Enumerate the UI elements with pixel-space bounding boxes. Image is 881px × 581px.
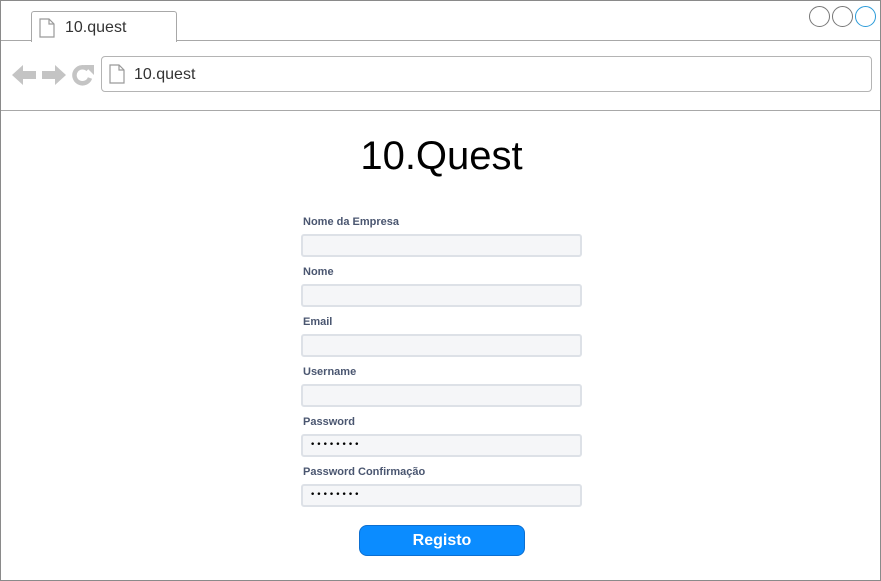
browser-window: 10.quest 10.quest 10.Quest Nome da Empre… [0, 0, 881, 581]
username-label: Username [303, 366, 357, 378]
maximize-button[interactable] [832, 6, 853, 27]
tab-bar: 10.quest [1, 1, 880, 42]
address-text: 10.quest [134, 66, 196, 83]
window-controls [809, 6, 876, 27]
tab-title: 10.quest [65, 19, 127, 36]
name-label: Nome [303, 266, 334, 278]
company-name-label: Nome da Empresa [303, 216, 399, 228]
password-confirm-input[interactable]: •••••••• [301, 484, 582, 507]
password-input[interactable]: •••••••• [301, 434, 582, 457]
username-input[interactable] [301, 384, 582, 407]
reload-icon[interactable] [71, 64, 95, 86]
register-button[interactable]: Registo [359, 525, 525, 556]
minimize-button[interactable] [809, 6, 830, 27]
navigation-bar: 10.quest [1, 42, 880, 111]
password-label: Password [303, 416, 355, 428]
page-title: 10.Quest [360, 134, 523, 178]
name-input[interactable] [301, 284, 582, 307]
email-input[interactable] [301, 334, 582, 357]
browser-tab[interactable]: 10.quest [31, 11, 177, 42]
address-bar[interactable]: 10.quest [101, 56, 872, 92]
forward-arrow-icon[interactable] [41, 64, 67, 86]
document-icon [39, 18, 55, 38]
company-name-input[interactable] [301, 234, 582, 257]
email-label: Email [303, 316, 333, 328]
back-arrow-icon[interactable] [11, 64, 37, 86]
page-icon [109, 64, 125, 84]
close-button[interactable] [855, 6, 876, 27]
password-confirm-label: Password Confirmação [303, 466, 426, 478]
